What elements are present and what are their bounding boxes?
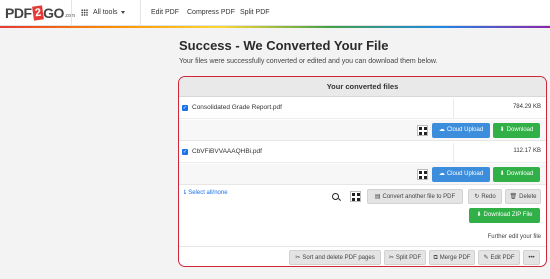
qr-code-icon[interactable]	[417, 169, 428, 180]
logo-text-two: 2	[31, 5, 44, 21]
scissors-icon: ✂	[388, 255, 394, 261]
file-actions-row: ☁ Cloud Upload ⬇ Download	[179, 120, 546, 141]
further-edit-label: Further edit your file	[487, 234, 541, 240]
download-button[interactable]: ⬇ Download	[493, 167, 540, 182]
download-icon: ⬇	[499, 127, 505, 133]
select-all-label: Select all/none	[188, 190, 228, 196]
convert-another-label: Convert another file to PDF	[382, 194, 456, 200]
cloud-upload-label: Cloud Upload	[446, 171, 484, 177]
delete-button[interactable]: 🗑 Delete	[505, 189, 541, 204]
apps-grid-icon[interactable]	[81, 9, 88, 16]
cloud-upload-icon: ☁	[438, 127, 445, 133]
all-tools-menu[interactable]: All tools	[93, 0, 125, 26]
cloud-upload-button[interactable]: ☁ Cloud Upload	[432, 167, 490, 182]
top-navbar: PDF 2 GO .com All tools Edit PDF Compres…	[0, 0, 550, 26]
redo-button[interactable]: ↻ Redo	[468, 189, 502, 204]
all-tools-label: All tools	[93, 9, 118, 16]
download-label: Download	[506, 171, 534, 177]
edit-icon: ✎	[483, 255, 489, 261]
file-row: ✓ CbVFiBVVAAAQHBi.pdf 112.17 KB	[179, 143, 546, 163]
download-zip-button[interactable]: ⬇ Download ZIP File	[469, 208, 540, 223]
nav-divider	[71, 0, 72, 26]
nav-compress-pdf[interactable]: Compress PDF	[187, 0, 235, 26]
split-pdf-label: Split PDF	[395, 255, 422, 261]
logo-text-com: .com	[64, 13, 75, 19]
download-label: Download	[506, 127, 534, 133]
select-icon: ȶ	[184, 190, 187, 196]
download-button[interactable]: ⬇ Download	[493, 123, 540, 138]
merge-pdf-button[interactable]: ⧉ Merge PDF	[429, 250, 475, 265]
split-pdf-button[interactable]: ✂ Split PDF	[384, 250, 426, 265]
logo-text-go: GO	[43, 5, 64, 21]
select-all-link[interactable]: ȶ Select all/none	[184, 190, 228, 196]
download-icon: ⬇	[476, 212, 482, 218]
page-title: Success - We Converted Your File	[179, 38, 389, 53]
file-row: ✓ Consolidated Grade Report.pdf 784.29 K…	[179, 99, 546, 119]
nav-split-pdf[interactable]: Split PDF	[240, 0, 270, 26]
edit-pdf-button[interactable]: ✎ Edit PDF	[478, 250, 520, 265]
column-divider	[453, 99, 454, 118]
cloud-upload-button[interactable]: ☁ Cloud Upload	[432, 123, 490, 138]
download-icon: ⬇	[499, 171, 505, 177]
sort-delete-label: Sort and delete PDF pages	[302, 255, 375, 261]
edit-pdf-label: Edit PDF	[490, 255, 515, 261]
logo-text-pdf: PDF	[5, 5, 32, 21]
file-name: CbVFiBVVAAAQHBi.pdf	[192, 148, 262, 155]
chevron-down-icon	[120, 10, 125, 14]
delete-label: Delete	[519, 194, 537, 200]
convert-another-button[interactable]: ▤ Convert another file to PDF	[367, 189, 463, 204]
qr-code-icon[interactable]	[350, 191, 361, 202]
trash-icon: 🗑	[509, 194, 518, 200]
panel-divider	[179, 246, 546, 247]
nav-divider	[140, 0, 141, 26]
panel-header: Your converted files	[179, 77, 546, 97]
redo-label: Redo	[481, 194, 496, 200]
file-size: 784.29 KB	[512, 104, 541, 110]
column-divider	[453, 143, 454, 162]
more-icon: •••	[528, 255, 535, 261]
file-name: Consolidated Grade Report.pdf	[192, 104, 282, 111]
search-icon[interactable]	[331, 192, 342, 203]
file-size: 112.17 KB	[513, 148, 541, 154]
file-actions-row: ☁ Cloud Upload ⬇ Download	[179, 164, 546, 185]
merge-pdf-label: Merge PDF	[439, 255, 471, 261]
file-checkbox[interactable]: ✓	[182, 105, 188, 111]
sort-delete-pages-button[interactable]: ✂ Sort and delete PDF pages	[289, 250, 381, 265]
cloud-upload-label: Cloud Upload	[446, 127, 484, 133]
merge-icon: ⧉	[433, 255, 438, 261]
redo-icon: ↻	[474, 194, 480, 200]
rainbow-stripe	[0, 26, 550, 28]
page-subtitle: Your files were successfully converted o…	[179, 58, 438, 65]
pdf2go-logo[interactable]: PDF 2 GO .com	[5, 4, 75, 22]
converted-files-panel: Your converted files ✓ Consolidated Grad…	[178, 76, 547, 267]
cloud-upload-icon: ☁	[438, 171, 445, 177]
download-zip-label: Download ZIP File	[483, 212, 533, 218]
file-icon: ▤	[374, 194, 381, 200]
more-options-button[interactable]: •••	[523, 250, 540, 265]
scissors-icon: ✂	[295, 255, 301, 261]
qr-code-icon[interactable]	[417, 125, 428, 136]
file-checkbox[interactable]: ✓	[182, 149, 188, 155]
nav-edit-pdf[interactable]: Edit PDF	[151, 0, 179, 26]
